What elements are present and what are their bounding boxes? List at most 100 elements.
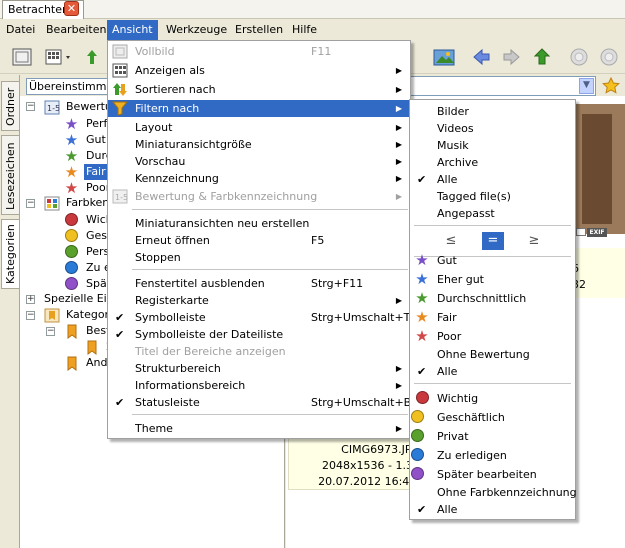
collapse-icon[interactable]: − xyxy=(26,311,35,320)
menu-datei[interactable]: Datei xyxy=(1,20,40,40)
filter-color-ohne[interactable]: Ohne Farbkennzeichnung xyxy=(410,484,577,501)
menu-item-strukturbereich[interactable]: Strukturbereich ▶ xyxy=(108,360,410,377)
menu-separator xyxy=(414,383,571,384)
tab-lesezeichen[interactable]: Lesezeichen xyxy=(1,135,19,215)
filter-color-alle[interactable]: ✔ Alle xyxy=(410,501,575,518)
filter-combo[interactable]: ▼ xyxy=(408,76,596,96)
filter-rating-poor[interactable]: ★ Poor xyxy=(410,328,575,345)
menu-item-kennzeichnung[interactable]: Kennzeichnung ▶ xyxy=(108,170,410,187)
submenu-arrow-icon: ▶ xyxy=(395,140,402,149)
yellow-dot-icon xyxy=(65,229,78,242)
menu-item-stoppen[interactable]: Stoppen xyxy=(108,249,410,266)
menu-item-sortieren-nach[interactable]: Sortieren nach ▶ xyxy=(108,81,410,98)
rotate-left-icon[interactable] xyxy=(568,46,590,68)
back-arrow-icon[interactable] xyxy=(470,46,492,68)
filter-color-wichtig[interactable]: Wichtig xyxy=(410,390,575,407)
filter-rating-gut[interactable]: ★ Gut xyxy=(410,252,575,269)
sortieren-nach-label: Sortieren nach xyxy=(135,83,216,96)
filter-color-zu-erledigen[interactable]: Zu erledigen xyxy=(410,447,575,464)
filter-item-videos[interactable]: Videos xyxy=(410,120,575,137)
title-bar xyxy=(0,0,625,19)
sort-icon[interactable] xyxy=(86,46,108,68)
menu-item-registerkarte[interactable]: Registerkarte ▶ xyxy=(108,292,410,309)
menu-item-erneut-oeffnen[interactable]: Erneut öffnen F5 xyxy=(108,232,410,249)
collapse-icon[interactable]: − xyxy=(26,102,35,111)
menu-item-miniaturen-neu[interactable]: Miniaturansichten neu erstellen xyxy=(108,215,410,232)
menu-item-symbolleiste-datei[interactable]: ✔ Symbolleiste der Dateiliste xyxy=(108,326,410,343)
registerkarte-label: Registerkarte xyxy=(135,294,209,307)
filter-rating-ohne[interactable]: Ohne Bewertung xyxy=(410,346,575,363)
filter-item-tagged[interactable]: Tagged file(s) xyxy=(410,188,575,205)
filter-rating-eher-gut[interactable]: ★ Eher gut xyxy=(410,271,575,288)
filter-rating-label: Alle xyxy=(437,365,458,378)
menu-item-bewertung-farbkennzeichnung[interactable]: 1-5 Bewertung & Farbkennzeichnung ▶ xyxy=(108,188,410,205)
expand-icon[interactable]: + xyxy=(26,295,35,304)
chevron-down-icon[interactable]: ▼ xyxy=(579,78,594,94)
blue-dot-icon xyxy=(65,261,78,274)
filter-item-bilder[interactable]: Bilder xyxy=(410,103,575,120)
thumb-filename: CIMG6973.JPG xyxy=(341,443,420,456)
menu-item-statusleiste[interactable]: ✔ Statusleiste Strg+Umschalt+B xyxy=(108,394,411,411)
filtern-nach-submenu: Bilder Videos Musik Archive ✔ Alle Tagge… xyxy=(409,99,577,520)
menu-item-fenstertitel[interactable]: Fenstertitel ausblenden Strg+F11 xyxy=(108,275,410,292)
menu-ansicht[interactable]: Ansicht xyxy=(107,20,158,40)
star-3-icon: ★ xyxy=(64,147,79,165)
statusleiste-label: Statusleiste xyxy=(135,396,200,409)
star-4-icon: ★ xyxy=(415,270,429,288)
close-icon[interactable]: ✕ xyxy=(64,1,79,16)
menu-werkzeuge[interactable]: Werkzeuge xyxy=(161,20,232,40)
filter-item-musik[interactable]: Musik xyxy=(410,137,575,154)
svg-text:1-5: 1-5 xyxy=(47,104,60,113)
filter-item-alle-typen[interactable]: ✔ Alle xyxy=(410,171,575,188)
menu-item-miniaturgroesse[interactable]: Miniaturansichtgröße ▶ xyxy=(108,136,410,153)
menu-item-vorschau[interactable]: Vorschau ▶ xyxy=(108,153,410,170)
menu-item-layout[interactable]: Layout ▶ xyxy=(108,119,410,136)
cmp-greater-equal-button[interactable]: ≥ xyxy=(523,232,545,250)
favorite-star-icon[interactable] xyxy=(601,76,621,96)
viewer-tab-label: Betrachter xyxy=(8,3,67,16)
filter-color-geschaeftlich[interactable]: Geschäftlich xyxy=(410,409,575,426)
star-2-icon: ★ xyxy=(415,308,429,326)
collapse-icon[interactable]: − xyxy=(46,327,55,336)
menu-item-anzeigen-als[interactable]: Anzeigen als ▶ xyxy=(108,62,410,79)
menu-item-symbolleiste[interactable]: ✔ Symbolleiste Strg+Umschalt+T xyxy=(108,309,410,326)
tab-ordner-label: Ordner xyxy=(4,87,17,126)
erneut-shortcut: F5 xyxy=(311,234,325,247)
red-dot-icon xyxy=(65,213,78,226)
submenu-arrow-icon: ▶ xyxy=(395,157,402,166)
forward-arrow-icon[interactable] xyxy=(501,46,523,68)
slideshow-icon[interactable] xyxy=(432,46,455,68)
menu-hilfe[interactable]: Hilfe xyxy=(287,20,322,40)
bookmark-icon xyxy=(64,356,79,371)
menu-item-vollbild[interactable]: Vollbild F11 xyxy=(108,43,410,60)
cmp-less-equal-button[interactable]: ≤ xyxy=(440,232,462,250)
menu-item-titel-bereiche[interactable]: Titel der Bereiche anzeigen xyxy=(108,343,410,360)
menu-item-theme[interactable]: Theme ▶ xyxy=(108,420,410,437)
anzeigen-als-label: Anzeigen als xyxy=(135,64,205,77)
filter-rating-durchschnittlich[interactable]: ★ Durchschnittlich xyxy=(410,290,575,307)
color-label-icon xyxy=(44,196,60,211)
filter-type-label: Videos xyxy=(437,122,474,135)
view-mode-icon[interactable] xyxy=(44,46,70,68)
bookmark-icon xyxy=(84,340,99,355)
menu-item-filtern-nach[interactable]: Filtern nach ▶ xyxy=(108,100,410,117)
filter-item-archive[interactable]: Archive xyxy=(410,154,575,171)
thumbnail-image[interactable] xyxy=(572,104,625,234)
filter-color-privat[interactable]: Privat xyxy=(410,428,575,445)
filter-rating-alle[interactable]: ✔ Alle xyxy=(410,363,575,380)
match-filter-field[interactable]: Übereinstimmung xyxy=(26,78,108,95)
filter-color-spaeter[interactable]: Später bearbeiten xyxy=(410,466,575,483)
rotate-right-icon[interactable] xyxy=(598,46,620,68)
collapse-icon[interactable]: − xyxy=(26,199,35,208)
fullscreen-icon[interactable] xyxy=(11,46,33,68)
tab-kategorien[interactable]: Kategorien xyxy=(1,219,19,289)
menu-erstellen[interactable]: Erstellen xyxy=(230,20,288,40)
filter-rating-fair[interactable]: ★ Fair xyxy=(410,309,575,326)
tab-ordner[interactable]: Ordner xyxy=(1,81,19,131)
filter-item-angepasst[interactable]: Angepasst xyxy=(410,205,575,222)
menu-bearbeiten[interactable]: Bearbeiten xyxy=(41,20,111,40)
tree-rating-label: Fair xyxy=(84,164,108,180)
cmp-equal-button[interactable]: = xyxy=(482,232,504,250)
menu-item-informationsbereich[interactable]: Informationsbereich ▶ xyxy=(108,377,410,394)
up-arrow-icon[interactable] xyxy=(531,46,553,68)
